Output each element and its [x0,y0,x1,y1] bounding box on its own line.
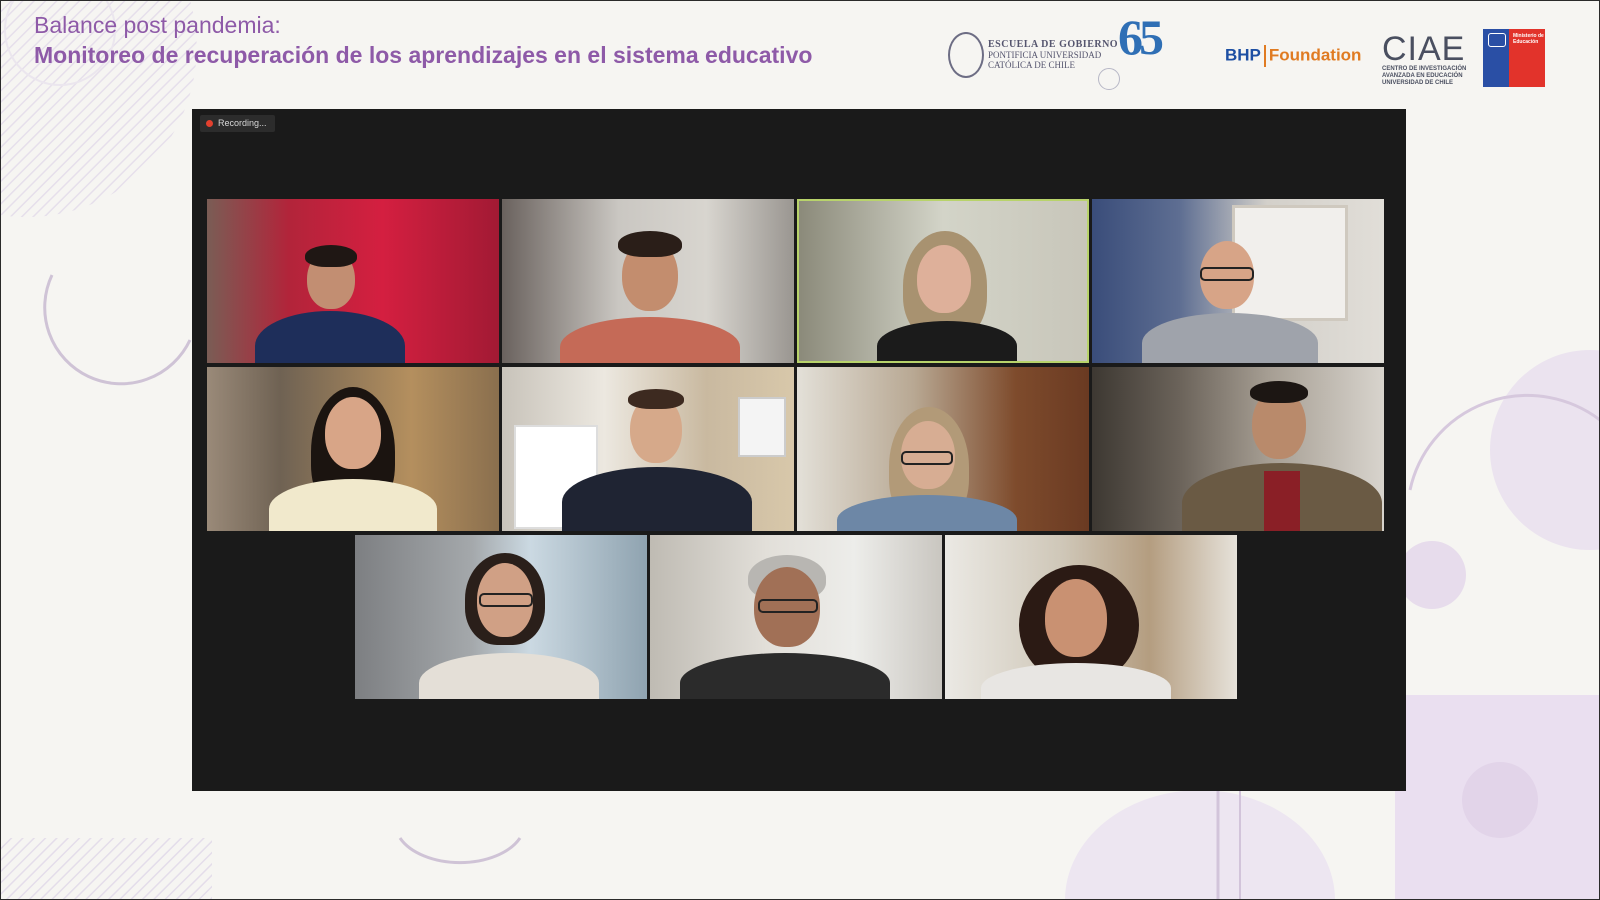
participant-video-tile[interactable] [355,535,647,699]
ciae-logo: CIAE CENTRO DE INVESTIGACIÓN AVANZADA EN… [1382,30,1467,86]
participant-video-tile[interactable] [797,367,1089,531]
anniversary-logo: 65 [1098,8,1164,90]
participant-video-tile[interactable] [1092,199,1384,363]
university-seal-icon [948,32,984,78]
event-subtitle: Monitoreo de recuperación de los aprendi… [34,42,813,68]
participant-video-tile[interactable] [207,199,499,363]
bhp-foundation-logo: BHP Foundation [1225,45,1361,67]
participant-video-tile[interactable] [207,367,499,531]
video-meeting-window[interactable]: Recording... [192,109,1406,791]
participant-video-tile[interactable] [650,535,942,699]
participant-video-tile[interactable] [1092,367,1384,531]
participant-video-tile[interactable] [945,535,1237,699]
mineduc-logo: Ministerio de Educación [1483,29,1545,87]
participant-video-tile[interactable] [502,367,794,531]
active-speaker-video-tile[interactable] [797,199,1089,363]
escuela-gobierno-logo: ESCUELA DE GOBIERNO PONTIFICIA UNIVERSID… [948,32,1118,78]
recording-indicator[interactable]: Recording... [200,115,275,132]
government-emblem-icon [1488,33,1506,47]
participant-video-tile[interactable] [502,199,794,363]
event-title: Balance post pandemia: [34,12,281,38]
recording-dot-icon [206,120,213,128]
